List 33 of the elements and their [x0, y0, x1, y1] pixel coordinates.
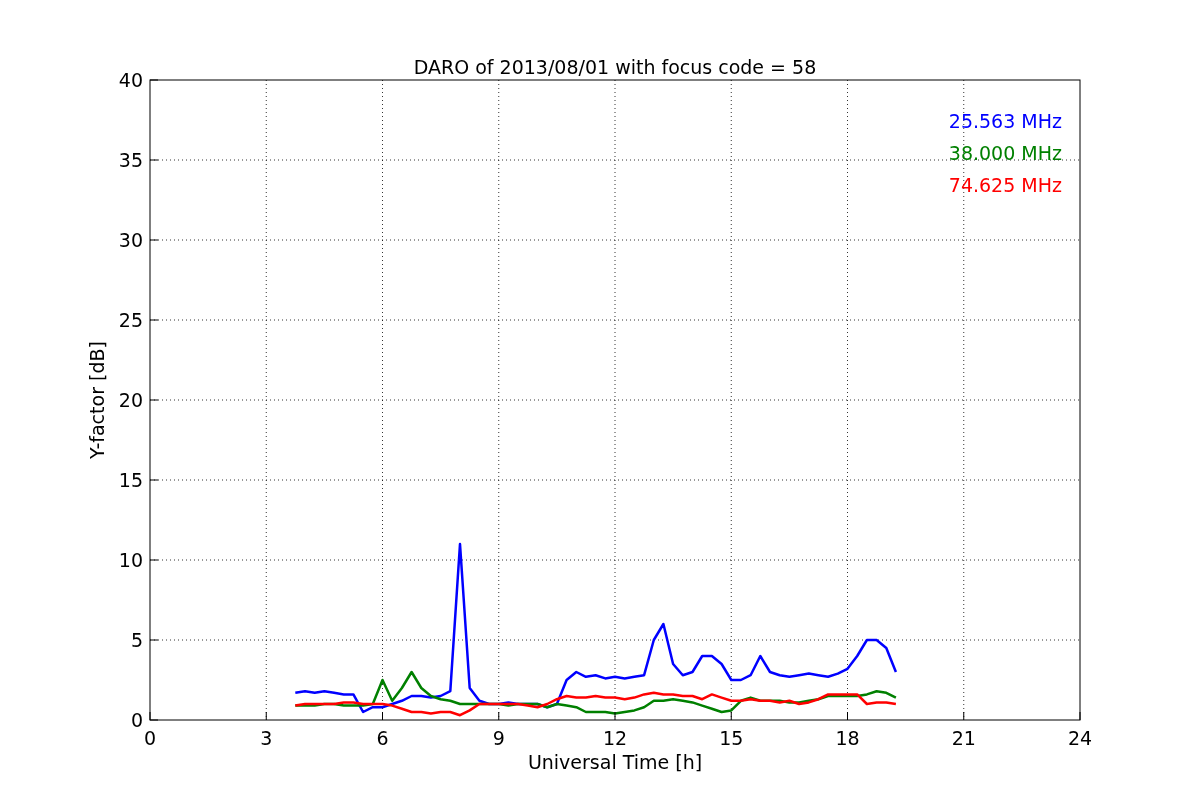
tick-mark	[149, 79, 159, 81]
legend-label: 74.625 MHz	[948, 174, 1062, 196]
legend-label: 38.000 MHz	[948, 142, 1062, 164]
tick-label: 5	[130, 629, 143, 651]
x-axis-label: Universal Time [h]	[527, 751, 703, 773]
tick-label: 6	[376, 727, 389, 749]
tick-mark	[614, 711, 616, 721]
tick-mark	[382, 711, 383, 721]
tick-label: 18	[835, 727, 860, 749]
tick-label: 12	[602, 727, 628, 749]
tick-mark	[847, 711, 848, 721]
tick-label: 9	[492, 727, 505, 749]
y-axis-label: Y-factor [dB]	[86, 341, 108, 459]
tick-mark	[265, 711, 267, 721]
tick-mark	[963, 711, 965, 721]
tick-mark	[498, 711, 500, 721]
tick-label: 0	[130, 709, 143, 731]
tick-label: 3	[260, 727, 273, 749]
tick-label: 35	[118, 149, 143, 171]
tick-label: 40	[118, 69, 143, 91]
tick-label: 24	[1067, 727, 1093, 749]
tick-label: 15	[719, 727, 744, 749]
chart-title: DARO of 2013/08/01 with focus code = 58	[413, 56, 817, 78]
tick-label: 15	[118, 469, 143, 491]
tick-mark	[1079, 711, 1081, 721]
tick-label: 30	[118, 229, 143, 251]
tick-label: 0	[143, 727, 157, 749]
tick-label: 10	[118, 549, 143, 571]
tick-label: 25	[118, 309, 143, 331]
tick-mark	[730, 711, 732, 721]
tick-label: 21	[951, 727, 976, 749]
legend-label: 25.563 MHz	[948, 110, 1062, 132]
tick-label: 20	[118, 389, 143, 411]
